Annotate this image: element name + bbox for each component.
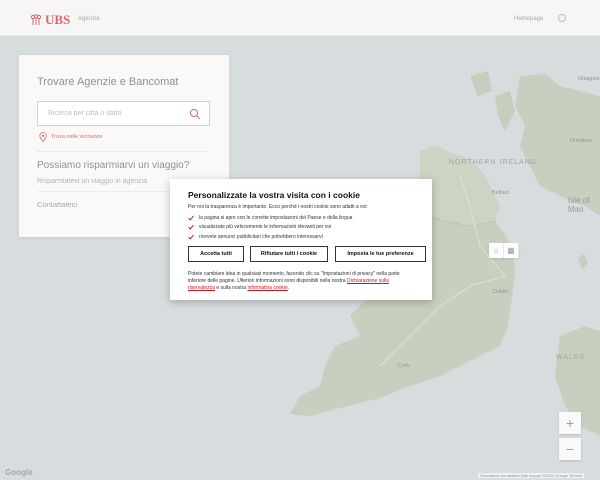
check-icon [188, 224, 194, 230]
list-item: visualizzate più velocemente le informaz… [188, 223, 352, 233]
cookie-policy-link[interactable]: informativa cookie [247, 285, 287, 291]
cookie-intro: Per noi la trasparenza è importante. Ecc… [188, 204, 368, 210]
reject-all-button[interactable]: Rifiutare tutti i cookie [250, 246, 328, 262]
list-item: la pagina si apre con le corrette impost… [188, 213, 352, 223]
cookie-dialog-title: Personalizzate la vostra visita con i co… [188, 190, 360, 200]
list-item: ricevete annunci pubblicitari che potreb… [188, 232, 352, 242]
check-icon [188, 234, 194, 240]
cookie-footer-text: Potete cambiare idea in qualsiasi moment… [188, 271, 416, 292]
footer-mid: e sulla nostra [216, 285, 247, 291]
cookie-benefits-list: la pagina si apre con le corrette impost… [188, 213, 352, 242]
list-item-text: la pagina si apre con le corrette impost… [199, 214, 353, 221]
set-preferences-button[interactable]: Imposta le tue preferenze [335, 246, 426, 262]
list-item-text: ricevete annunci pubblicitari che potreb… [199, 233, 323, 240]
list-item-text: visualizzate più velocemente le informaz… [199, 224, 332, 231]
cookie-consent-dialog: Personalizzate la vostra visita con i co… [170, 179, 432, 300]
footer-end: . [287, 285, 290, 291]
check-icon [188, 215, 194, 221]
accept-all-button[interactable]: Accetta tutti [188, 246, 244, 262]
